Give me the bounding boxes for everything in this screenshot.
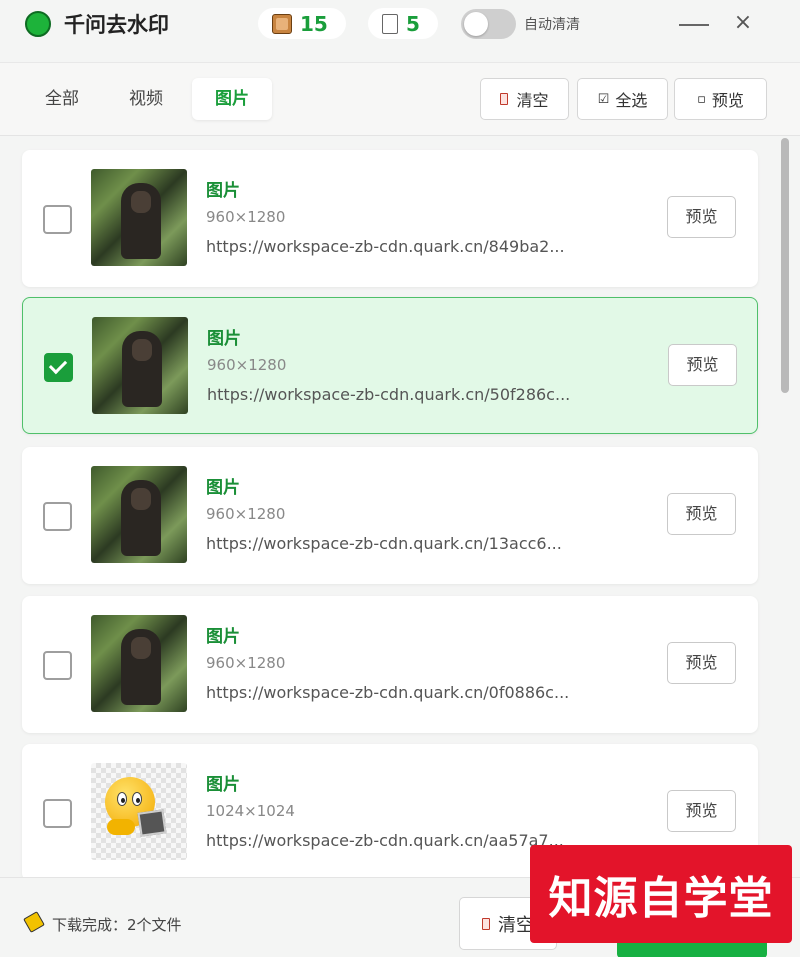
thumbnail-image [91,466,187,563]
minimize-button[interactable] [677,13,711,35]
clear-button[interactable]: 清空 [480,78,569,120]
auto-clear-label: 自动清清 [524,17,580,33]
item-checkbox[interactable] [43,502,72,531]
download-status-icon [23,911,45,933]
emoji-board [137,809,167,837]
item-url: https://workspace-zb-cdn.quark.cn/0f0886… [206,683,570,702]
item-url: https://workspace-zb-cdn.quark.cn/aa57a7… [206,831,564,850]
download-status: 下载完成：2个文件 [52,916,182,934]
square-icon: ▫ [697,91,706,107]
watermark-logo: 知源自学堂 [530,845,792,943]
media-list: 图片 960×1280 https://workspace-zb-cdn.qua… [0,137,800,877]
close-button[interactable]: × [733,11,753,35]
item-dimensions: 960×1280 [206,505,286,523]
app-title: 千问去水印 [64,13,169,37]
item-url: https://workspace-zb-cdn.quark.cn/13acc6… [206,534,562,553]
tab-all[interactable]: 全部 [28,78,96,120]
item-checkbox[interactable] [43,799,72,828]
item-title: 图片 [206,478,240,498]
emoji-eye [132,792,142,806]
toggle-knob [464,12,488,36]
title-bar: 千问去水印 15 5 自动清清 × [0,0,800,50]
trash-icon [500,93,509,105]
item-url: https://workspace-zb-cdn.quark.cn/50f286… [207,385,571,404]
auto-clear-toggle[interactable] [461,9,516,39]
item-checkbox[interactable] [43,205,72,234]
clear-button-label: 清空 [516,91,549,110]
image-count: 15 [300,11,328,36]
item-title: 图片 [207,329,241,349]
item-title: 图片 [206,775,240,795]
image-icon [272,13,292,34]
list-item[interactable]: 图片 960×1280 https://workspace-zb-cdn.qua… [22,596,758,733]
tab-video[interactable]: 视频 [111,78,181,120]
item-preview-button[interactable]: 预览 [667,642,736,684]
item-url: https://workspace-zb-cdn.quark.cn/849ba2… [206,237,565,256]
item-preview-button[interactable]: 预览 [667,196,736,238]
tab-image[interactable]: 图片 [192,78,272,120]
trash-icon [482,917,490,930]
video-count: 5 [406,11,420,36]
check-icon [48,355,68,375]
list-item[interactable]: 图片 960×1280 https://workspace-zb-cdn.qua… [22,447,758,584]
app-logo-icon [25,11,51,37]
item-dimensions: 960×1280 [206,654,286,672]
thumbnail-image [91,615,187,712]
thumbnail-image [91,763,187,860]
emoji-hand [107,819,135,835]
item-preview-button[interactable]: 预览 [668,344,737,386]
list-item[interactable]: 图片 960×1280 https://workspace-zb-cdn.qua… [22,297,758,434]
item-dimensions: 960×1280 [207,356,287,374]
preview-all-label: 预览 [711,91,744,110]
list-item[interactable]: 图片 960×1280 https://workspace-zb-cdn.qua… [22,150,758,287]
download-button[interactable] [617,941,767,957]
item-dimensions: 960×1280 [206,208,286,226]
preview-all-button[interactable]: ▫ 预览 [674,78,767,120]
item-preview-button[interactable]: 预览 [667,790,736,832]
select-all-label: 全选 [615,91,648,110]
checkbox-icon: ☑ [597,91,610,107]
list-scrollbar[interactable] [781,138,789,393]
image-count-badge: 15 [258,8,346,39]
item-checkbox[interactable] [44,353,73,382]
close-icon: × [733,10,753,35]
item-preview-button[interactable]: 预览 [667,493,736,535]
select-all-button[interactable]: ☑ 全选 [577,78,668,120]
footer-clear-label: 清空 [498,914,534,936]
emoji-eye [117,792,127,806]
item-title: 图片 [206,627,240,647]
video-count-badge: 5 [368,8,438,39]
item-title: 图片 [206,181,240,201]
item-dimensions: 1024×1024 [206,802,295,820]
filter-toolbar: 全部 视频 图片 清空 ☑ 全选 ▫ 预览 [0,62,800,136]
item-checkbox[interactable] [43,651,72,680]
document-icon [382,13,398,34]
thumbnail-image [91,169,187,266]
thumbnail-image [92,317,188,414]
